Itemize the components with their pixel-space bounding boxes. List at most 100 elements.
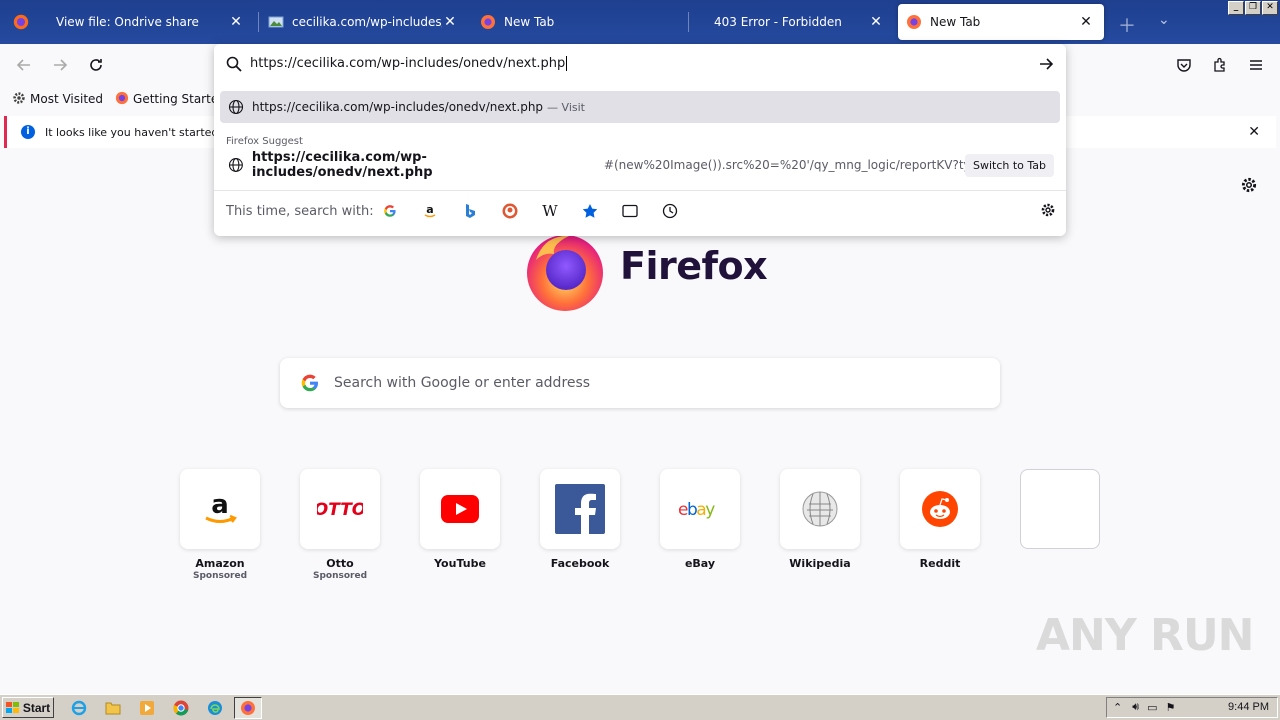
forward-arrow-icon[interactable]: [48, 53, 72, 77]
bookmark-label: Most Visited: [30, 92, 104, 106]
anyrun-watermark: ANY RUN: [1036, 610, 1254, 661]
site-name: eBay: [684, 557, 716, 570]
svg-text:ebay: ebay: [678, 500, 715, 520]
bing-icon[interactable]: [460, 200, 480, 222]
flag-icon[interactable]: ⚑: [1166, 701, 1176, 714]
media-player-icon[interactable]: [138, 699, 156, 717]
taskbar: Start ⌃ 🔊︎ ▭ ⚑ 9:44 PM: [0, 694, 1280, 720]
facebook-icon: [540, 469, 620, 549]
one-off-search-buttons: a W: [380, 200, 680, 222]
duckduckgo-icon[interactable]: [500, 200, 520, 222]
firefox-suggest-label: Firefox Suggest: [226, 136, 303, 147]
url-input[interactable]: https://cecilika.com/wp-includes/onedv/n…: [250, 56, 1010, 71]
firefox-taskbar-icon[interactable]: [234, 697, 262, 719]
top-site-facebook[interactable]: Facebook: [540, 469, 620, 570]
top-site-empty[interactable]: [1020, 469, 1100, 549]
bookmarks-star-icon[interactable]: [580, 200, 600, 222]
start-label: Start: [22, 700, 51, 715]
suggest-url-fragment: #(new%20Image()).src%20=%20'/qy_mng_logi…: [603, 158, 980, 172]
urlbar-result-visit[interactable]: https://cecilika.com/wp-includes/onedv/n…: [220, 91, 1060, 123]
top-site-youtube[interactable]: YouTube: [420, 469, 500, 570]
info-icon: i: [21, 125, 35, 139]
network-icon[interactable]: ▭: [1147, 701, 1157, 714]
amazon-icon[interactable]: a: [420, 200, 440, 222]
internet-explorer-icon[interactable]: [70, 699, 88, 717]
chrome-icon[interactable]: [172, 699, 190, 717]
close-icon[interactable]: ✕: [228, 14, 244, 30]
close-icon[interactable]: ✕: [1248, 124, 1260, 140]
new-tab-button[interactable]: ＋: [1118, 12, 1136, 38]
svg-text:a: a: [426, 203, 433, 216]
back-arrow-icon[interactable]: [12, 53, 36, 77]
notification-text: It looks like you haven't started Fire: [45, 125, 242, 139]
tab-new-tab-active[interactable]: New Tab ✕: [898, 4, 1104, 40]
bookmark-getting-started[interactable]: Getting Started: [115, 91, 226, 108]
chevron-down-icon[interactable]: ⌄: [1158, 12, 1170, 28]
top-site-reddit[interactable]: Reddit: [900, 469, 980, 570]
tab-label: cecilika.com/wp-includes/onedv/: [292, 15, 442, 29]
tab-label: 403 Error - Forbidden: [714, 15, 842, 29]
site-name: Amazon: [195, 557, 245, 570]
volume-icon[interactable]: 🔊︎: [1132, 701, 1139, 714]
minimize-button[interactable]: _: [1228, 1, 1244, 15]
top-site-otto[interactable]: OTTO Otto Sponsored: [300, 469, 380, 581]
top-site-amazon[interactable]: a Amazon Sponsored: [180, 469, 260, 581]
history-icon[interactable]: [660, 200, 680, 222]
google-icon: [301, 374, 318, 392]
site-name: YouTube: [434, 557, 486, 570]
clock: 9:44 PM: [1228, 701, 1269, 713]
urlbar-result-suggest[interactable]: https://cecilika.com/wp-includes/onedv/n…: [220, 149, 980, 181]
top-site-wikipedia[interactable]: Wikipedia: [780, 469, 860, 570]
google-icon[interactable]: [380, 200, 400, 222]
tab-strip: View file: Ondrive share ✕ cecilika.com/…: [0, 0, 1280, 44]
tab-cecilika[interactable]: cecilika.com/wp-includes/onedv/ ✕: [260, 4, 468, 40]
search-box[interactable]: Search with Google or enter address: [280, 358, 1000, 408]
search-with-label: This time, search with:: [226, 204, 374, 219]
visit-action: — Visit: [547, 100, 585, 114]
close-window-button[interactable]: ✕: [1262, 1, 1278, 15]
hamburger-menu-icon[interactable]: [1244, 53, 1268, 77]
extensions-icon[interactable]: [1208, 53, 1232, 77]
file-explorer-icon[interactable]: [104, 699, 122, 717]
site-name: Otto: [326, 557, 354, 570]
edge-icon[interactable]: [206, 699, 224, 717]
restore-button[interactable]: ❐: [1245, 1, 1261, 15]
switch-to-tab-button[interactable]: Switch to Tab: [964, 154, 1054, 177]
sponsored-label: Sponsored: [312, 571, 368, 581]
bookmark-most-visited[interactable]: Most Visited: [12, 91, 103, 108]
tab-view-file[interactable]: View file: Ondrive share ✕: [44, 4, 254, 40]
tab-new-tab-1[interactable]: New Tab: [472, 4, 684, 40]
site-name: Reddit: [919, 557, 961, 570]
bookmark-label: Getting Started: [133, 92, 226, 106]
svg-text:OTTO: OTTO: [317, 500, 363, 519]
firefox-icon: [481, 15, 495, 29]
system-tray: ⌃ 🔊︎ ▭ ⚑ 9:44 PM: [1106, 697, 1278, 718]
globe-icon: [228, 158, 243, 172]
tab-label: View file: Ondrive share: [56, 15, 199, 29]
tab-403-error[interactable]: 403 Error - Forbidden ✕: [690, 4, 894, 40]
globe-icon: [228, 99, 244, 115]
reddit-icon: [900, 469, 980, 549]
firefox-menu-icon[interactable]: [0, 0, 42, 44]
search-icon: [226, 56, 242, 72]
wikipedia-icon[interactable]: W: [540, 200, 560, 222]
close-icon[interactable]: ✕: [868, 14, 884, 30]
pocket-icon[interactable]: [1172, 53, 1196, 77]
reload-icon[interactable]: [84, 53, 108, 77]
tray-arrow-icon[interactable]: ⌃: [1113, 701, 1122, 714]
search-placeholder: Search with Google or enter address: [334, 375, 591, 391]
visit-url: https://cecilika.com/wp-includes/onedv/n…: [252, 100, 544, 114]
tabs-icon[interactable]: [620, 200, 640, 222]
top-site-ebay[interactable]: ebay eBay: [660, 469, 740, 570]
image-icon: [268, 16, 284, 28]
start-button[interactable]: Start: [2, 697, 54, 718]
search-settings-gear-icon[interactable]: [1040, 202, 1056, 221]
close-icon[interactable]: ✕: [442, 14, 458, 30]
close-icon[interactable]: ✕: [1078, 14, 1094, 30]
site-name: Wikipedia: [789, 557, 851, 570]
sponsored-label: Sponsored: [192, 571, 248, 581]
personalize-gear-icon[interactable]: [1240, 176, 1258, 197]
otto-icon: OTTO: [300, 469, 380, 549]
wikipedia-icon: [780, 469, 860, 549]
go-arrow-icon[interactable]: [1038, 56, 1054, 72]
